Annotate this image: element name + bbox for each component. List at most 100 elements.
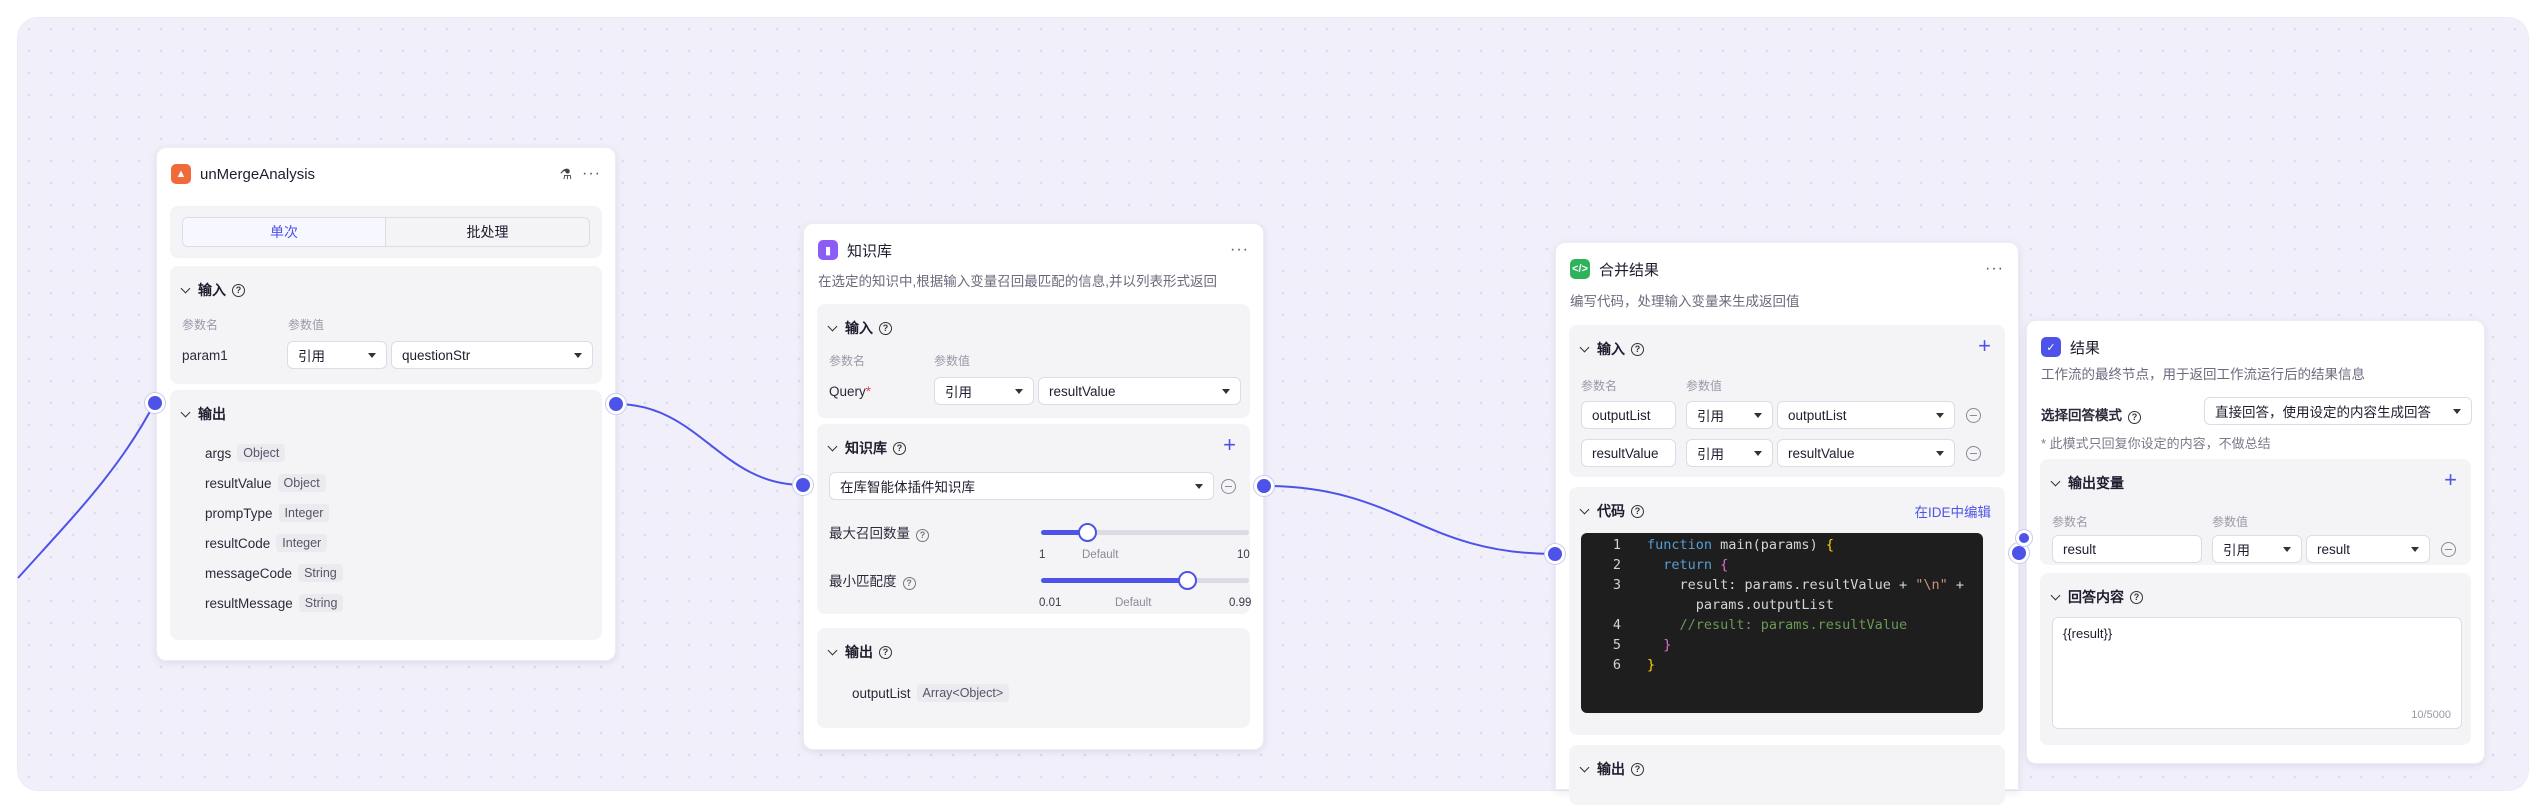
param-name-input[interactable]: resultValue (1581, 439, 1676, 467)
ref-value-select[interactable]: questionStr (391, 341, 593, 369)
ref-value-select[interactable]: resultValue (1777, 439, 1955, 467)
param-name: Query* (829, 384, 871, 399)
help-icon[interactable]: ? (916, 528, 929, 542)
slider-thumb[interactable] (1178, 571, 1198, 590)
slider-thumb[interactable] (1078, 523, 1098, 542)
debug-icon[interactable]: ⚗ (559, 166, 572, 183)
node-unmerge-analysis[interactable]: ▲ unMergeAnalysis ⚗ ··· 单次 批处理 输入? 参数名 参… (156, 147, 616, 661)
param-name-input[interactable]: outputList (1581, 401, 1676, 429)
output-var-name-input[interactable]: result (2052, 535, 2202, 563)
code-section-toggle[interactable]: 代码? (1579, 501, 1644, 521)
more-icon[interactable]: ··· (1230, 241, 1249, 259)
tick-default: Default (1082, 549, 1119, 561)
output-field: resultCode Integer (205, 534, 328, 552)
caret-down-icon (1936, 413, 1944, 418)
knowledge-select[interactable]: 在库智能体插件知识库 (829, 472, 1214, 500)
answer-content-textarea[interactable]: {{result}} 10/5000 (2052, 617, 2462, 729)
help-icon[interactable]: ? (902, 576, 916, 590)
more-icon[interactable]: ··· (1985, 260, 2004, 278)
add-input-button[interactable]: + (1978, 335, 1991, 357)
knowledge-icon: ▮ (818, 240, 838, 260)
caret-down-icon (1222, 389, 1230, 394)
section-title: 输入 (198, 282, 226, 298)
input-section-toggle[interactable]: 输入? (1579, 339, 1644, 359)
tick-max: 10 (1237, 549, 1250, 561)
field-name: resultMessage (205, 595, 293, 611)
help-icon[interactable]: ? (1631, 342, 1644, 356)
chevron-down-icon (1579, 504, 1590, 514)
node-knowledge[interactable]: ▮ 知识库 ··· 在选定的知识中,根据输入变量召回最匹配的信息,并以列表形式返… (803, 223, 1264, 750)
input-section-toggle[interactable]: 输入? (180, 280, 245, 300)
help-icon[interactable]: ? (879, 645, 892, 659)
ref-value-select[interactable]: outputList (1777, 401, 1955, 429)
tab-batch[interactable]: 批处理 (386, 218, 589, 246)
help-icon[interactable]: ? (2130, 590, 2143, 604)
select-value: 引用 (298, 349, 325, 364)
max-recall-slider[interactable] (1041, 523, 1249, 542)
required-mark: * (865, 384, 872, 399)
remove-input-button[interactable] (1966, 446, 1981, 461)
code-punct: { (1825, 537, 1834, 553)
ref-value-select[interactable]: result (2306, 535, 2430, 563)
remove-knowledge-button[interactable] (1221, 479, 1236, 494)
code-line: 1 function main(params) { (1581, 535, 1834, 555)
line-number: 1 (1612, 537, 1621, 553)
output-port[interactable] (2009, 543, 2029, 563)
output-section-toggle[interactable]: 输出 (180, 404, 226, 424)
type-tag: Object (277, 474, 326, 492)
node-end[interactable]: ✓ 结果 工作流的最终节点，用于返回工作流运行后的结果信息 选择回答模式? 直接… (2026, 320, 2485, 764)
node-code[interactable]: </> 合并结果 ··· 编写代码，处理输入变量来生成返回值 输入? + 参数名… (1555, 242, 2019, 805)
ref-mode-select[interactable]: 引用 (287, 341, 387, 369)
code-text: params.outputList (1647, 597, 1834, 613)
code-editor[interactable]: 1 function main(params) { 2 return { 3 re… (1581, 533, 1983, 713)
help-icon[interactable]: ? (2128, 410, 2141, 424)
tab-single[interactable]: 单次 (183, 218, 386, 246)
add-knowledge-button[interactable]: + (1223, 434, 1236, 456)
type-tag: Array<Object> (916, 684, 1010, 702)
output-vars-toggle[interactable]: 输出变量 (2050, 473, 2124, 493)
field-name: outputList (852, 685, 911, 701)
code-line: 2 return { (1581, 555, 1728, 575)
knowledge-section-toggle[interactable]: 知识库? (827, 438, 906, 458)
col-header-value: 参数值 (2212, 515, 2249, 529)
caret-down-icon (1754, 451, 1762, 456)
ref-mode-select[interactable]: 引用 (934, 377, 1034, 405)
input-section-toggle[interactable]: 输入? (827, 318, 892, 338)
ref-mode-select[interactable]: 引用 (2212, 535, 2302, 563)
help-icon[interactable]: ? (893, 441, 906, 455)
remove-input-button[interactable] (1966, 408, 1981, 423)
code-keyword: function (1647, 537, 1713, 553)
output-port[interactable] (1254, 476, 1274, 496)
output-field: args Object (205, 444, 286, 462)
output-field: resultValue Object (205, 474, 326, 492)
input-port[interactable] (1545, 544, 1565, 564)
output-field: resultMessage String (205, 594, 344, 612)
output-section-toggle[interactable]: 输出? (1579, 759, 1644, 779)
help-icon[interactable]: ? (1631, 762, 1644, 776)
min-match-slider[interactable] (1041, 571, 1249, 590)
code-keyword: return (1647, 557, 1721, 573)
answer-mode-select[interactable]: 直接回答，使用设定的内容生成回答 (2204, 397, 2472, 425)
answer-section-toggle[interactable]: 回答内容? (2050, 587, 2143, 607)
input-port[interactable] (793, 475, 813, 495)
remove-output-var-button[interactable] (2441, 542, 2456, 557)
more-icon[interactable]: ··· (582, 165, 601, 183)
tick-max: 0.99 (1229, 597, 1252, 609)
ref-mode-select[interactable]: 引用 (1686, 439, 1773, 467)
output-section: 输出? outputList Array<Object> (817, 628, 1250, 728)
add-output-var-button[interactable]: + (2444, 469, 2457, 491)
input-port[interactable] (145, 393, 165, 413)
ref-mode-select[interactable]: 引用 (1686, 401, 1773, 429)
help-icon[interactable]: ? (879, 321, 892, 335)
edit-in-ide-link[interactable]: 在IDE中编辑 (1914, 501, 1991, 521)
help-icon[interactable]: ? (1631, 504, 1644, 518)
output-port[interactable] (606, 394, 626, 414)
input-port[interactable] (2016, 530, 2032, 546)
ref-value-select[interactable]: resultValue (1038, 377, 1241, 405)
output-section-toggle[interactable]: 输出? (827, 642, 892, 662)
max-recall-label: 最大召回数量? (829, 522, 929, 542)
tick-min: 0.01 (1039, 597, 1062, 609)
node-title: 结果 (2070, 339, 2101, 357)
help-icon[interactable]: ? (232, 283, 245, 297)
select-value: 引用 (1697, 409, 1724, 424)
